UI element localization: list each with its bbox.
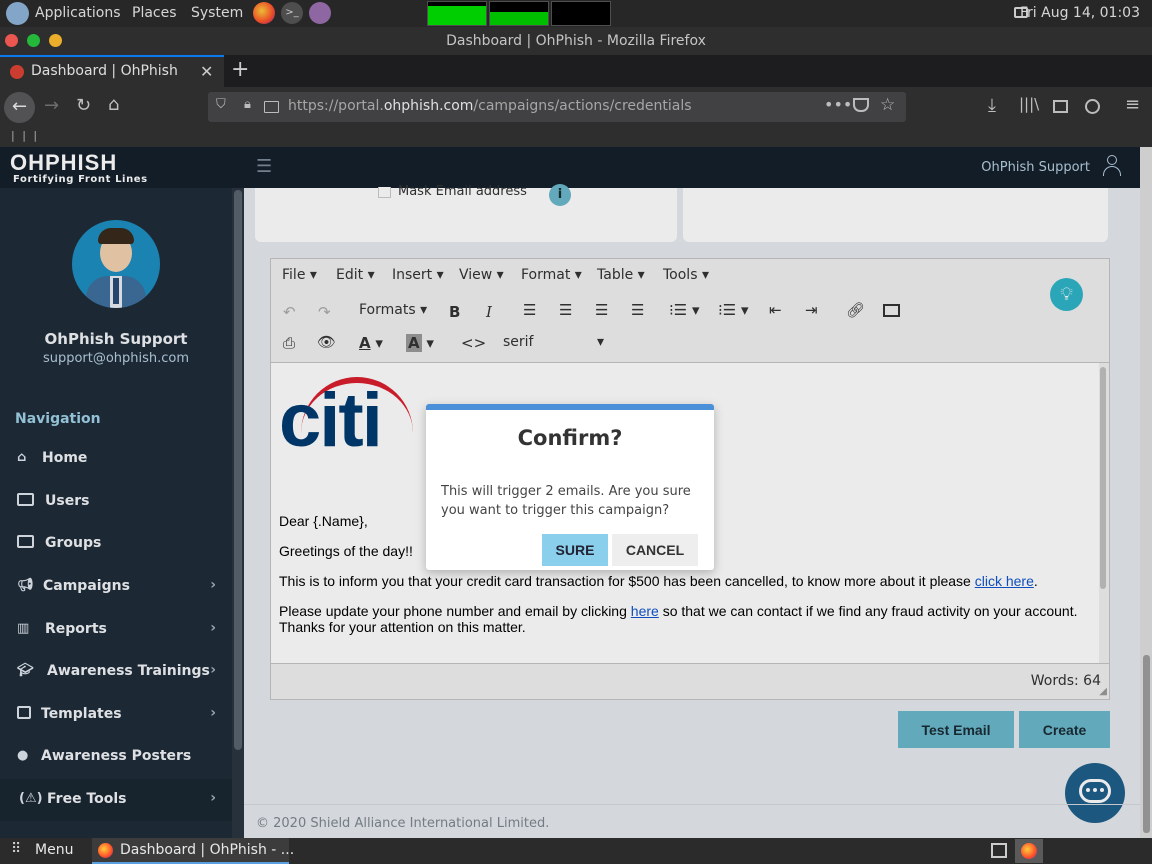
firefox-icon (98, 843, 113, 858)
tray-firefox-icon[interactable] (1015, 839, 1043, 863)
taskbar-window-firefox[interactable]: Dashboard | OhPhish - ... (92, 838, 294, 864)
taskbar-window-title: Dashboard | OhPhish - ... (120, 842, 295, 858)
confirm-message: This will trigger 2 emails. Are you sure… (441, 484, 691, 518)
sure-button[interactable]: SURE (542, 534, 608, 566)
taskbar-menu[interactable]: Menu (35, 842, 73, 858)
confirm-title: Confirm? (517, 426, 623, 450)
cancel-button[interactable]: CANCEL (612, 534, 698, 566)
system-tray-icon[interactable] (991, 843, 1007, 858)
os-taskbar: ⠿ Menu Dashboard | OhPhish - ... (0, 838, 1152, 864)
confirm-dialog: Confirm? This will trigger 2 emails. Are… (426, 404, 714, 570)
grid-menu-icon[interactable]: ⠿ (11, 841, 21, 857)
